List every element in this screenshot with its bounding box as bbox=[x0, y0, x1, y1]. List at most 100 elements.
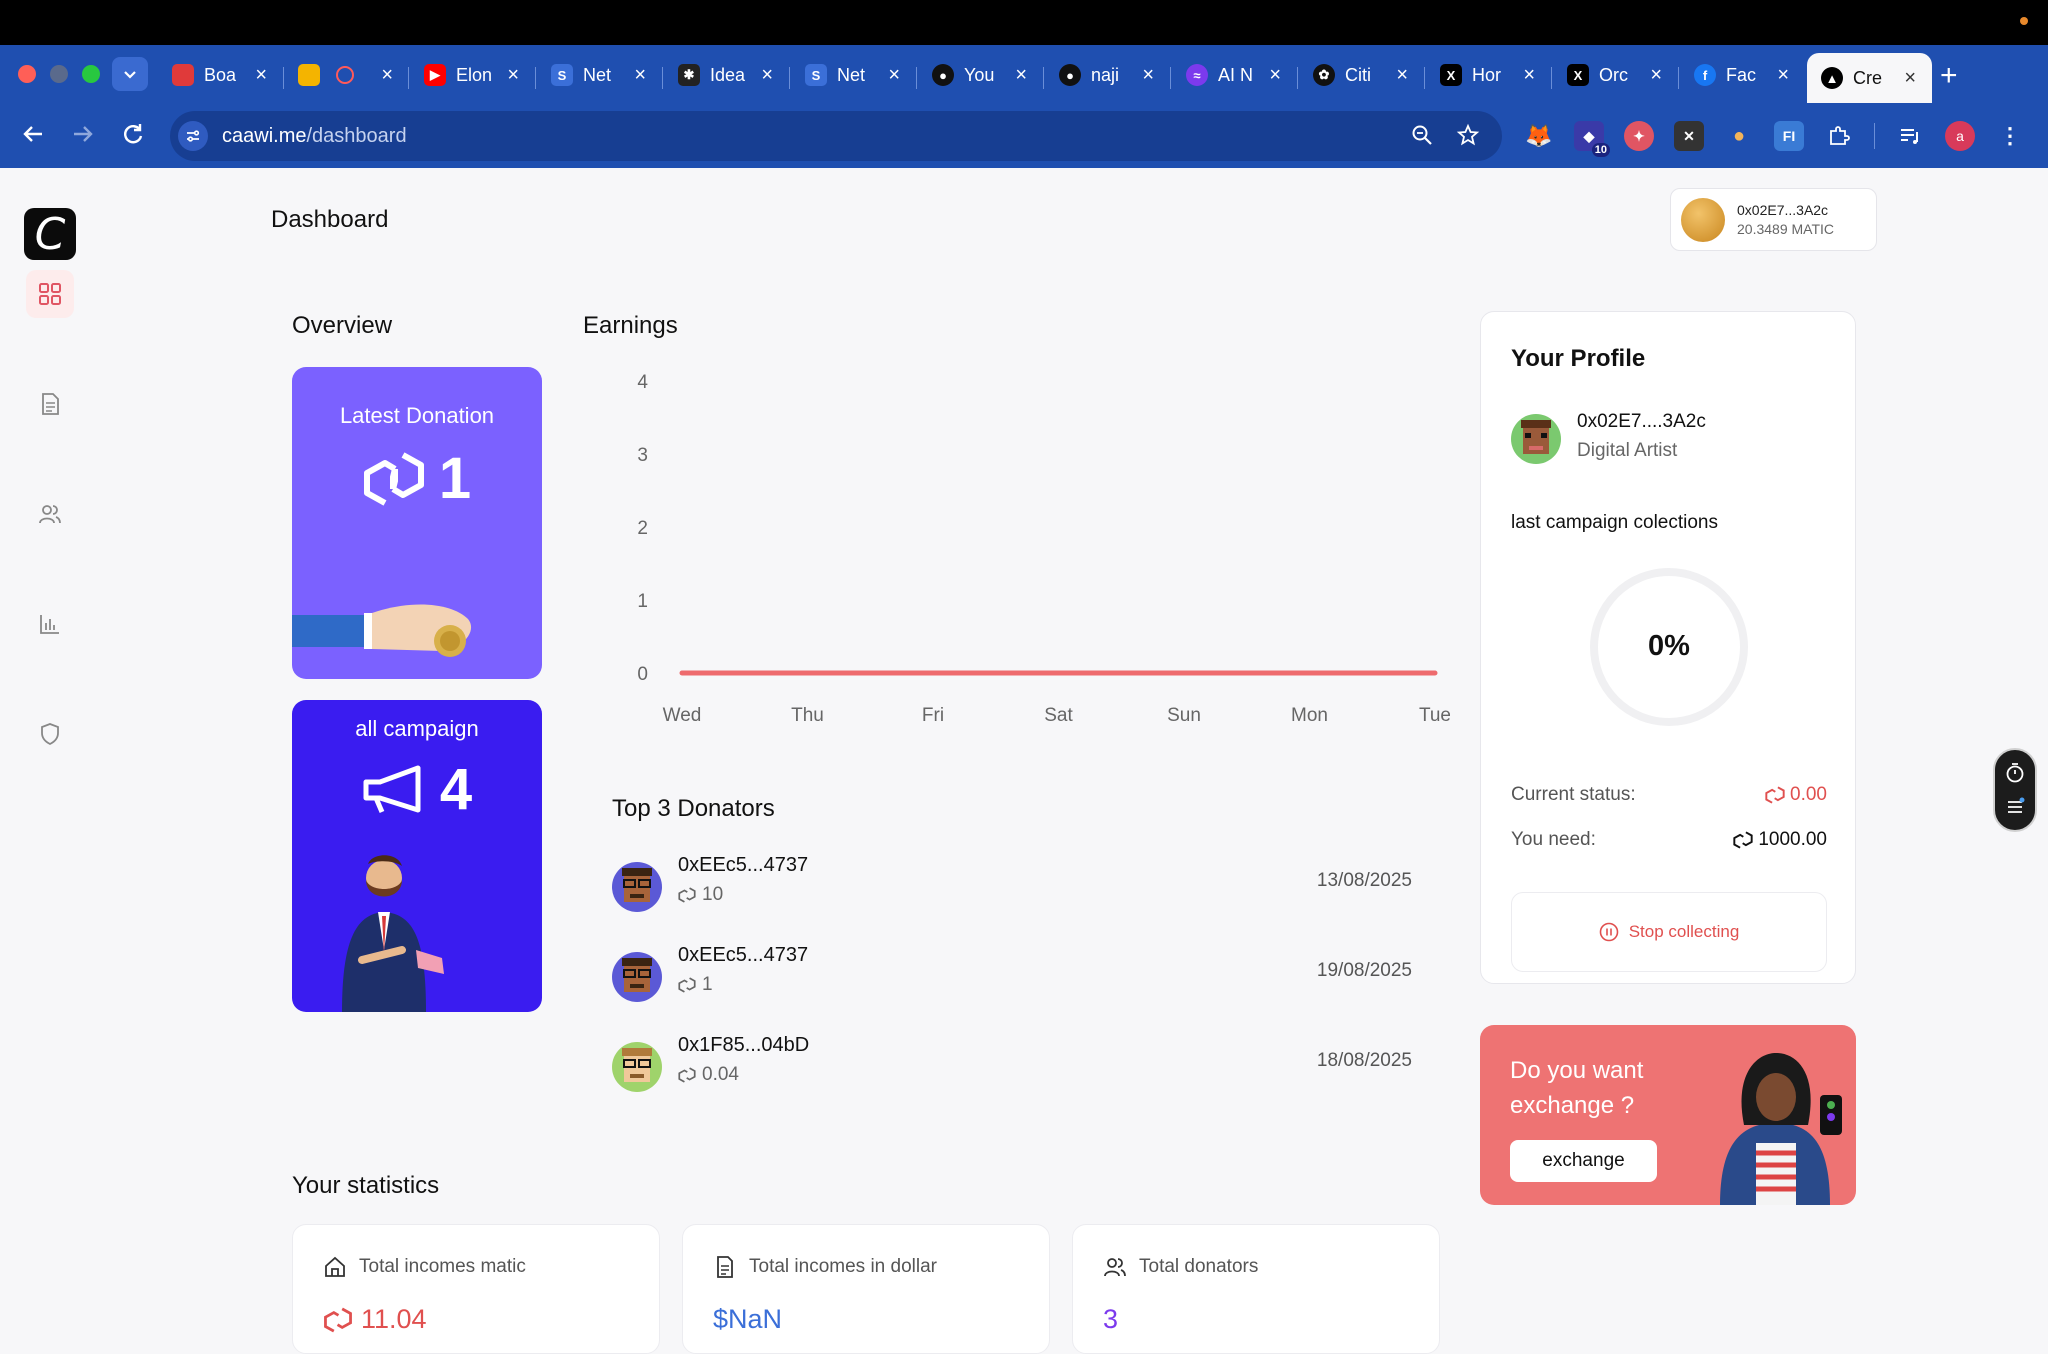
latest-donation-card[interactable]: Latest Donation 1 bbox=[292, 367, 542, 679]
tab-close-icon[interactable]: × bbox=[255, 64, 267, 87]
browser-tab[interactable]: X Hor × bbox=[1426, 53, 1551, 97]
floating-tools-widget[interactable] bbox=[1993, 748, 2037, 832]
browser-tab[interactable]: × bbox=[284, 53, 409, 97]
y-tick-label: 3 bbox=[637, 445, 648, 466]
x-extension-icon[interactable]: ✕ bbox=[1674, 121, 1704, 151]
profile-avatar[interactable]: a bbox=[1945, 121, 1975, 151]
bookmark-star-icon[interactable] bbox=[1456, 123, 1480, 147]
browser-tab[interactable]: ● You × bbox=[918, 53, 1043, 97]
stat-label: Total incomes matic bbox=[323, 1255, 526, 1279]
polygon-icon bbox=[1733, 831, 1753, 849]
tab-close-icon[interactable]: × bbox=[888, 64, 900, 87]
tab-close-icon[interactable]: × bbox=[1523, 64, 1535, 87]
new-tab-button[interactable]: + bbox=[1940, 59, 1958, 93]
tab-close-icon[interactable]: × bbox=[1777, 64, 1789, 87]
latest-donation-label: Latest Donation bbox=[339, 403, 495, 428]
donator-address: 0xEEc5...4737 bbox=[678, 854, 809, 876]
document-icon bbox=[42, 393, 59, 415]
tab-close-icon[interactable]: × bbox=[1904, 67, 1916, 90]
netlify-icon: S bbox=[805, 64, 827, 86]
polygon-icon bbox=[678, 1067, 696, 1083]
stat-value: 3 bbox=[1103, 1304, 1119, 1334]
wallet-chip[interactable]: 0x02E7...3A2c 20.3489 MATIC bbox=[1670, 188, 1877, 251]
extension-badge-icon[interactable]: ◆ 10 bbox=[1574, 121, 1610, 157]
sidebar-item-dashboard[interactable] bbox=[26, 270, 74, 318]
donator-amount: 0.04 bbox=[678, 1064, 739, 1086]
zoom-icon[interactable] bbox=[1410, 123, 1434, 147]
back-icon[interactable] bbox=[20, 121, 46, 147]
metamask-icon[interactable]: 🦊 bbox=[1524, 121, 1554, 151]
tab-close-icon[interactable]: × bbox=[1650, 64, 1662, 87]
fi-extension-icon[interactable]: FI bbox=[1774, 121, 1804, 151]
github-icon: ● bbox=[932, 64, 954, 86]
exchange-promo-card: Do you want exchange ? exchange bbox=[1480, 1025, 1856, 1205]
page-title: Dashboard bbox=[271, 206, 389, 233]
donator-date: 18/08/2025 bbox=[1316, 1050, 1412, 1071]
polygon-icon bbox=[324, 1307, 352, 1332]
puzzle-extensions-icon[interactable] bbox=[1824, 121, 1854, 151]
forward-icon[interactable] bbox=[70, 121, 96, 147]
exchange-button[interactable]: exchange bbox=[1510, 1140, 1657, 1182]
app-logo[interactable]: C bbox=[24, 208, 76, 260]
tab-close-icon[interactable]: × bbox=[381, 64, 393, 87]
woman-with-phone-illustration bbox=[1720, 1053, 1842, 1205]
donator-row[interactable]: 0xEEc5...4737 10 13/08/2025 bbox=[612, 854, 1412, 924]
tab-close-icon[interactable]: × bbox=[1269, 64, 1281, 87]
browser-tab[interactable]: ✱ Idea × bbox=[664, 53, 789, 97]
stop-collecting-button[interactable]: Stop collecting bbox=[1511, 892, 1827, 972]
browser-tab[interactable]: ✿ Citi × bbox=[1299, 53, 1424, 97]
maximize-window-button[interactable] bbox=[82, 65, 100, 83]
hand-coin-illustration bbox=[292, 604, 472, 657]
close-window-button[interactable] bbox=[18, 65, 36, 83]
chevron-down-icon bbox=[124, 71, 136, 79]
browser-tab[interactable]: ● naji × bbox=[1045, 53, 1170, 97]
sidebar-item-security[interactable] bbox=[26, 710, 74, 758]
tab-close-icon[interactable]: × bbox=[507, 64, 519, 87]
shield-extension-icon[interactable]: ✦ bbox=[1624, 121, 1654, 151]
tab-search-button[interactable] bbox=[112, 57, 148, 91]
tab-close-icon[interactable]: × bbox=[1142, 64, 1154, 87]
browser-tab[interactable]: f Fac × bbox=[1680, 53, 1805, 97]
openai-icon: ✿ bbox=[1313, 64, 1335, 86]
browser-tab[interactable]: Boa × bbox=[158, 53, 283, 97]
all-campaign-card[interactable]: all campaign 4 bbox=[292, 700, 542, 1012]
y-tick-label: 2 bbox=[637, 518, 648, 539]
site-settings-icon[interactable] bbox=[178, 121, 208, 151]
browser-tab-active[interactable]: ▲ Cre × bbox=[1807, 53, 1932, 103]
macos-menu-bar bbox=[0, 0, 2048, 45]
tab-close-icon[interactable]: × bbox=[761, 64, 773, 87]
tab-favicon-icon bbox=[298, 64, 320, 86]
browser-tab[interactable]: S Net × bbox=[791, 53, 916, 97]
tab-close-icon[interactable]: × bbox=[634, 64, 646, 87]
current-status-row: Current status: 0.00 bbox=[1511, 784, 1827, 806]
media-control-icon[interactable] bbox=[1895, 121, 1925, 151]
donator-row[interactable]: 0x1F85...04bD 0.04 18/08/2025 bbox=[612, 1034, 1412, 1104]
browser-tab[interactable]: X Orc × bbox=[1553, 53, 1678, 97]
sidebar-item-statistics[interactable] bbox=[26, 600, 74, 648]
donator-row[interactable]: 0xEEc5...4737 1 19/08/2025 bbox=[612, 944, 1412, 1014]
tab-close-icon[interactable]: × bbox=[1396, 64, 1408, 87]
triangle-icon: ▲ bbox=[1821, 67, 1843, 89]
polygon-icon bbox=[678, 887, 696, 903]
browser-tab[interactable]: ≈ AI N × bbox=[1172, 53, 1297, 97]
x-tick-label: Sun bbox=[1167, 705, 1201, 723]
x-tick-label: Tue bbox=[1419, 705, 1450, 723]
businessman-illustration bbox=[342, 855, 444, 1012]
tab-favicon-icon bbox=[172, 64, 194, 86]
browser-tab[interactable]: S Net × bbox=[537, 53, 662, 97]
netlify-icon: S bbox=[551, 64, 573, 86]
reload-icon[interactable] bbox=[120, 121, 146, 147]
minimize-window-button[interactable] bbox=[50, 65, 68, 83]
github-icon: ● bbox=[1059, 64, 1081, 86]
address-bar[interactable]: caawi.me/dashboard bbox=[170, 111, 1502, 161]
browser-tab[interactable]: ▶ Elon × bbox=[410, 53, 535, 97]
sidebar-item-documents[interactable] bbox=[26, 380, 74, 428]
tab-close-icon[interactable]: × bbox=[1015, 64, 1027, 87]
top-donators-heading: Top 3 Donators bbox=[612, 795, 775, 822]
sidebar-item-users[interactable] bbox=[26, 490, 74, 538]
browser-menu-icon[interactable]: ⋮ bbox=[1995, 121, 2025, 151]
egg-extension-icon[interactable]: ● bbox=[1724, 121, 1754, 151]
profile-card: Your Profile 0x02E7....3A2c Digital Arti… bbox=[1480, 311, 1856, 984]
you-need-label: You need: bbox=[1511, 829, 1596, 850]
x-tick-label: Fri bbox=[922, 705, 944, 723]
